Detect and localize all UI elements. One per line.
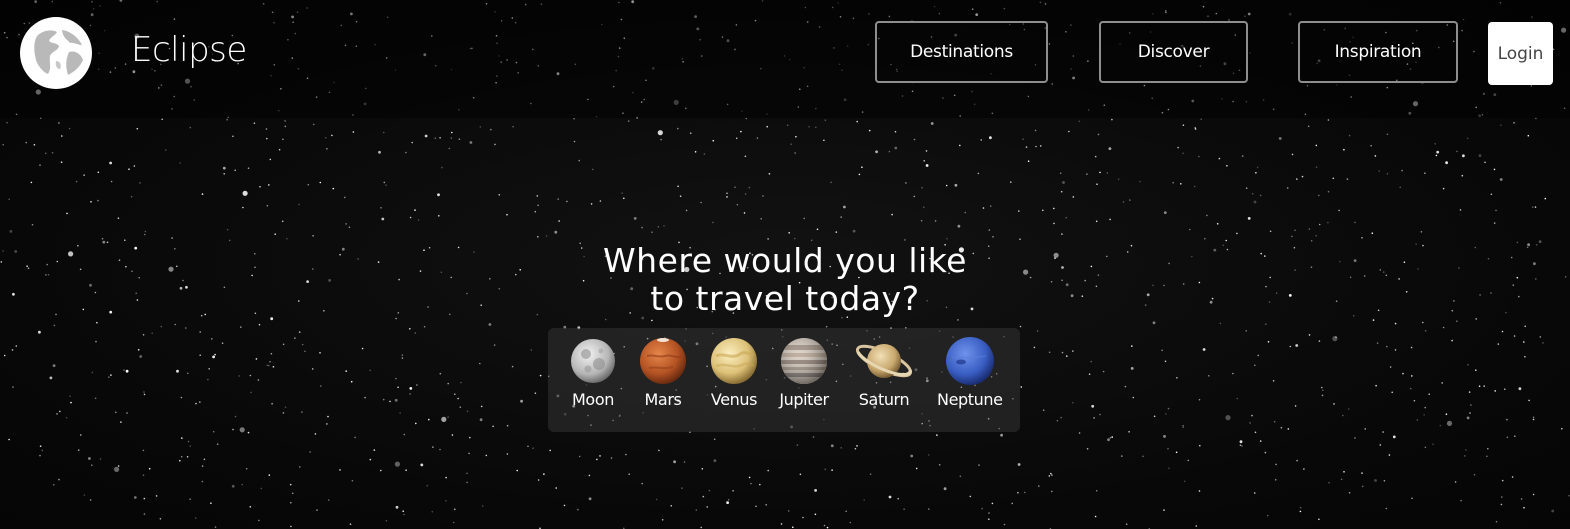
planet-label-venus: Venus (710, 390, 758, 409)
moon-icon (571, 339, 615, 383)
planet-item-saturn[interactable]: Saturn (853, 336, 915, 409)
neptune-icon (945, 337, 994, 385)
planet-item-jupiter[interactable]: Jupiter (778, 336, 830, 409)
planet-item-mars[interactable]: Mars (637, 336, 689, 409)
planet-item-neptune[interactable]: Neptune (937, 336, 1003, 409)
planet-label-saturn: Saturn (858, 390, 910, 409)
planet-item-venus[interactable]: Venus (708, 336, 760, 409)
login-button[interactable]: Login (1488, 22, 1553, 85)
page: Eclipse Destinations Discover Inspiratio… (0, 0, 1570, 529)
planet-item-moon[interactable]: Moon (568, 336, 618, 409)
hero-heading: Where would you like to travel today? (560, 242, 1010, 318)
hero-heading-line2: to travel today? (650, 279, 920, 318)
globe-logo-icon[interactable] (19, 16, 93, 90)
nav-destinations-button[interactable]: Destinations (875, 21, 1048, 83)
brand-title[interactable]: Eclipse (131, 30, 247, 70)
venus-icon (711, 338, 757, 384)
mars-icon (640, 338, 686, 384)
nav-discover-button[interactable]: Discover (1099, 21, 1248, 83)
planet-label-mars: Mars (644, 390, 682, 409)
header: Eclipse Destinations Discover Inspiratio… (0, 0, 1570, 118)
saturn-icon (855, 344, 913, 378)
planet-selector: Moon Mars Venus Jupiter Saturn Neptune (548, 328, 1020, 432)
jupiter-icon (781, 338, 827, 384)
nav-inspiration-button[interactable]: Inspiration (1298, 21, 1458, 83)
planet-label-moon: Moon (572, 390, 614, 409)
hero-heading-line1: Where would you like (603, 241, 967, 280)
planet-label-jupiter: Jupiter (779, 390, 829, 409)
planet-label-neptune: Neptune (937, 390, 1003, 409)
